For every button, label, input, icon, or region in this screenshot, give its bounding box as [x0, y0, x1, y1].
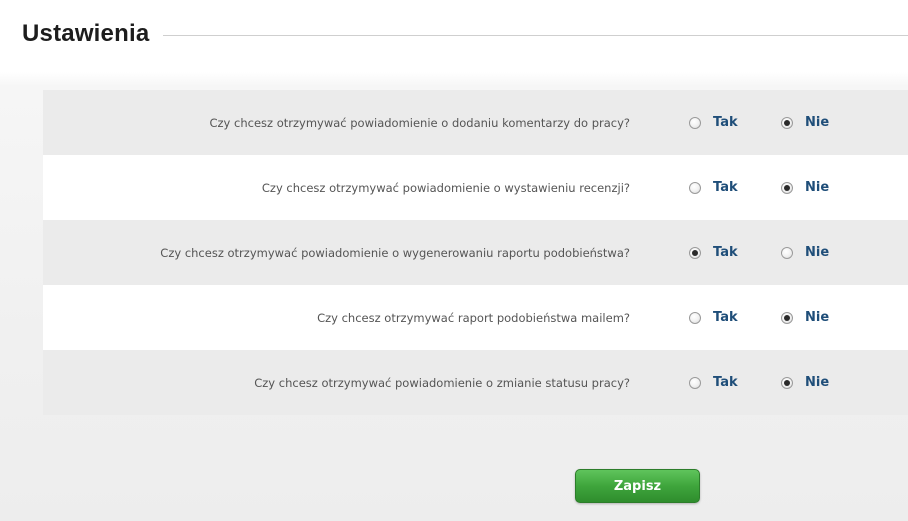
option-nie[interactable]: Nie: [781, 220, 829, 285]
option-nie-label: Nie: [805, 180, 830, 195]
save-button[interactable]: Zapisz: [575, 469, 700, 503]
setting-question: Czy chcesz otrzymywać powiadomienie o wy…: [261, 180, 630, 195]
setting-question: Czy chcesz otrzymywać powiadomienie o zm…: [254, 375, 630, 390]
setting-question: Czy chcesz otrzymywać raport podobieństw…: [317, 310, 630, 325]
option-nie-label: Nie: [805, 115, 830, 130]
option-tak[interactable]: Tak: [689, 155, 738, 220]
radio-nie[interactable]: [781, 376, 793, 389]
radio-tak[interactable]: [689, 246, 701, 259]
option-tak[interactable]: Tak: [689, 220, 738, 285]
setting-question: Czy chcesz otrzymywać powiadomienie o wy…: [160, 245, 630, 260]
setting-row-status-change: Czy chcesz otrzymywać powiadomienie o zm…: [43, 350, 908, 415]
option-tak[interactable]: Tak: [689, 285, 738, 350]
setting-row-comments: Czy chcesz otrzymywać powiadomienie o do…: [43, 90, 908, 155]
option-nie[interactable]: Nie: [781, 285, 829, 350]
setting-question: Czy chcesz otrzymywać powiadomienie o do…: [209, 115, 630, 130]
option-tak-label: Tak: [713, 310, 738, 325]
option-nie-label: Nie: [805, 310, 830, 325]
option-tak-label: Tak: [713, 245, 738, 260]
radio-tak[interactable]: [689, 376, 701, 389]
setting-row-review: Czy chcesz otrzymywać powiadomienie o wy…: [43, 155, 908, 220]
settings-list: Czy chcesz otrzymywać powiadomienie o do…: [43, 90, 908, 415]
radio-nie[interactable]: [781, 116, 793, 129]
radio-tak[interactable]: [689, 311, 701, 324]
radio-nie[interactable]: [781, 246, 793, 259]
option-nie-label: Nie: [805, 245, 830, 260]
page-title: Ustawienia: [22, 20, 150, 47]
radio-nie[interactable]: [781, 181, 793, 194]
option-nie[interactable]: Nie: [781, 350, 829, 415]
option-tak[interactable]: Tak: [689, 350, 738, 415]
option-tak-label: Tak: [713, 115, 738, 130]
option-tak-label: Tak: [713, 375, 738, 390]
setting-row-similarity-report: Czy chcesz otrzymywać powiadomienie o wy…: [43, 220, 908, 285]
title-divider: [163, 34, 908, 36]
setting-row-report-mail: Czy chcesz otrzymywać raport podobieństw…: [43, 285, 908, 350]
option-tak[interactable]: Tak: [689, 90, 738, 155]
option-nie[interactable]: Nie: [781, 155, 829, 220]
option-nie-label: Nie: [805, 375, 830, 390]
option-nie[interactable]: Nie: [781, 90, 829, 155]
radio-tak[interactable]: [689, 181, 701, 194]
radio-nie[interactable]: [781, 311, 793, 324]
radio-tak[interactable]: [689, 116, 701, 129]
settings-header: Ustawienia: [22, 14, 908, 54]
option-tak-label: Tak: [713, 180, 738, 195]
